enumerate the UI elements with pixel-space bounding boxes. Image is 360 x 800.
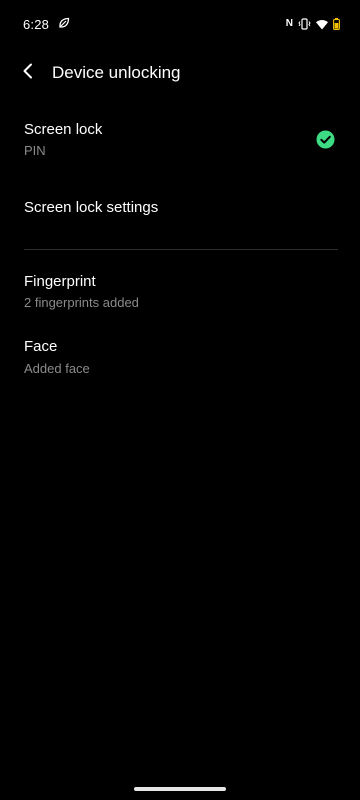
screen-lock-item[interactable]: Screen lock PIN [0, 108, 360, 176]
status-bar: 6:28 N [0, 0, 360, 48]
leaf-icon [58, 16, 72, 30]
screen-lock-settings-item[interactable]: Screen lock settings [0, 186, 360, 230]
nfc-icon: N [285, 18, 293, 29]
back-arrow-icon [22, 63, 34, 84]
wifi-icon [316, 19, 328, 30]
screen-lock-title: Screen lock [24, 121, 103, 138]
page-title: Device unlocking [52, 63, 181, 82]
vibrate-icon [298, 18, 311, 30]
screen-lock-settings-title: Screen lock settings [24, 199, 159, 216]
fingerprint-title: Fingerprint [24, 273, 96, 290]
fingerprint-item[interactable]: Fingerprint 2 fingerprints added [0, 262, 360, 322]
section-divider [24, 249, 338, 250]
screen-lock-subtitle: PIN [24, 143, 46, 158]
gesture-nav-handle[interactable] [134, 787, 226, 791]
status-time: 6:28 [23, 17, 50, 32]
face-title: Face [24, 338, 58, 355]
face-item[interactable]: Face Added face [0, 328, 360, 388]
app-bar: Device unlocking [0, 50, 360, 96]
fingerprint-subtitle: 2 fingerprints added [24, 295, 139, 310]
face-subtitle: Added face [24, 361, 90, 376]
check-circle-icon [316, 130, 335, 149]
battery-icon [333, 18, 340, 30]
back-button[interactable] [14, 59, 42, 87]
status-icons: N [286, 17, 340, 31]
